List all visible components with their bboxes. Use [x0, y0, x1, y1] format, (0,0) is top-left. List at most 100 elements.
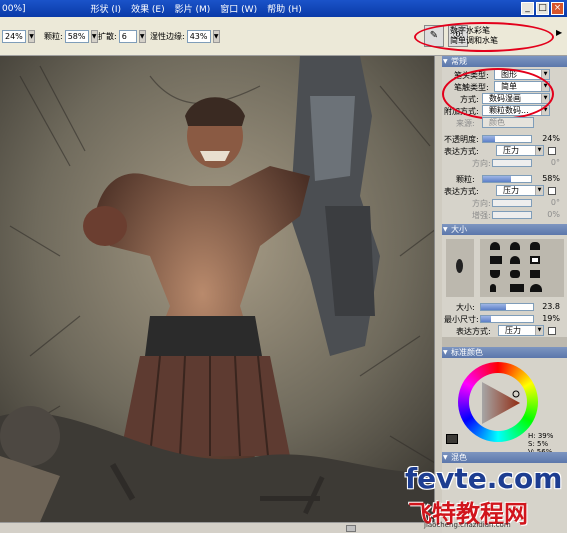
expression2-value: 压力	[503, 186, 519, 195]
expand-spin-input[interactable]: 6	[118, 30, 137, 43]
expression1-label: 表达方式:	[444, 147, 479, 156]
chevron-down-icon[interactable]: ▼	[28, 30, 35, 43]
expression1-invert-checkbox[interactable]	[548, 147, 556, 155]
size-row: 大小: 23.8	[442, 301, 567, 313]
dab-shape-2[interactable]	[510, 242, 520, 250]
boost-slider	[492, 211, 532, 219]
direction2-value: 0°	[550, 198, 560, 207]
min-size-label: 最小尺寸:	[444, 315, 479, 324]
chevron-down-icon: ▼	[535, 186, 543, 195]
menu-shape[interactable]: 形状 (I)	[86, 2, 127, 15]
close-button[interactable]: ×	[551, 2, 564, 15]
minimize-button[interactable]: _	[521, 2, 534, 15]
dab-shape-10[interactable]	[490, 284, 496, 292]
dab-shape-4[interactable]	[490, 256, 502, 264]
grain-control: 颗粒: 58% ▼	[44, 30, 98, 43]
grain-slider[interactable]	[482, 175, 532, 183]
menu-help[interactable]: 帮助 (H)	[262, 2, 307, 15]
dab-shape-1[interactable]	[490, 242, 500, 250]
chevron-down-icon: ▼	[535, 146, 543, 155]
menu-bar: 00%] 形状 (I) 效果 (E) 影片 (M) 窗口 (W) 帮助 (H) …	[0, 0, 567, 17]
color-cursor[interactable]	[512, 390, 520, 398]
dab-shape-12[interactable]	[530, 284, 542, 292]
source-row: 来源: 颜色	[442, 117, 567, 129]
grain-slider-fill	[483, 176, 511, 182]
main-color-swatch[interactable]	[446, 434, 458, 444]
direction2-label: 方向:	[472, 199, 491, 208]
menu-movie[interactable]: 影片 (M)	[170, 2, 216, 15]
direction2-slider	[492, 199, 532, 207]
size-spin-input[interactable]: 24%	[2, 30, 26, 43]
min-size-slider[interactable]	[480, 315, 534, 323]
brush-size-preview	[446, 239, 474, 297]
scroll-thumb[interactable]	[346, 525, 356, 532]
dab-shape-grid	[480, 239, 564, 297]
color-picker: H: 39% S: 5% V: 56%	[442, 358, 567, 456]
dab-shape-8[interactable]	[510, 270, 520, 278]
direction1-row: 方向: 0°	[442, 157, 567, 169]
expression1-value: 压力	[503, 146, 519, 155]
canvas-vertical-scrollbar[interactable]	[434, 56, 442, 522]
direction1-label: 方向:	[472, 159, 491, 168]
size-expression-label: 表达方式:	[456, 327, 491, 336]
direction1-value: 0°	[550, 158, 560, 167]
color-panel-header[interactable]: 标准颜色	[442, 347, 567, 358]
chevron-down-icon[interactable]: ▼	[212, 30, 220, 43]
chevron-down-icon[interactable]: ▼	[90, 30, 98, 43]
source-label: 来源:	[456, 119, 475, 128]
maximize-button[interactable]: □	[536, 2, 549, 15]
triangle-right-icon[interactable]: ▶	[556, 28, 562, 37]
boost-row: 增强: 0%	[442, 209, 567, 221]
chevron-down-icon: ▼	[535, 326, 543, 335]
size-control: 24% ▼	[2, 30, 35, 43]
boost-label: 增强:	[472, 211, 491, 220]
size-expression-select[interactable]: 压力 ▼	[498, 325, 544, 336]
opacity-value[interactable]: 24%	[534, 134, 560, 143]
opacity-slider[interactable]	[482, 135, 532, 143]
grain-panel-value[interactable]: 58%	[534, 174, 560, 183]
source-select: 颜色	[482, 117, 534, 128]
s-value: S: 5%	[528, 440, 549, 448]
opacity-label: 不透明度:	[444, 135, 479, 144]
expression1-row: 表达方式: 压力 ▼	[442, 145, 567, 157]
brush-dab-preview	[456, 259, 463, 273]
expression2-row: 表达方式: 压力 ▼	[442, 185, 567, 197]
min-size-value[interactable]: 19%	[534, 314, 560, 323]
dab-shape-6[interactable]	[530, 256, 540, 264]
general-panel-header[interactable]: 常规	[442, 56, 567, 67]
painting-canvas[interactable]	[0, 56, 442, 522]
size-expression-row: 表达方式: 压力 ▼	[442, 325, 567, 337]
size-panel-header[interactable]: 大小	[442, 224, 567, 235]
panel-gap	[442, 337, 567, 347]
menu-effects[interactable]: 效果 (E)	[126, 2, 170, 15]
dab-shape-7[interactable]	[490, 270, 500, 278]
size-expression-invert-checkbox[interactable]	[548, 327, 556, 335]
dab-shape-5[interactable]	[510, 256, 520, 264]
dab-shape-11[interactable]	[510, 284, 524, 292]
size-label: 大小:	[456, 303, 475, 312]
grain-row: 颗粒: 58%	[442, 173, 567, 185]
chevron-down-icon[interactable]: ▼	[138, 30, 146, 43]
watermark-url: jiaocheng.chazidian.com	[424, 521, 511, 529]
dab-shape-9[interactable]	[530, 270, 540, 278]
grain-panel-label: 颗粒:	[456, 175, 475, 184]
size-slider[interactable]	[480, 303, 534, 311]
grain-spin-input[interactable]: 58%	[64, 30, 89, 43]
expression2-select[interactable]: 压力 ▼	[496, 185, 544, 196]
direction1-slider	[492, 159, 532, 167]
min-size-row: 最小尺寸: 19%	[442, 313, 567, 325]
expression1-select[interactable]: 压力 ▼	[496, 145, 544, 156]
size-value[interactable]: 23.8	[534, 302, 560, 311]
size-expression-value: 压力	[505, 326, 521, 335]
expression2-invert-checkbox[interactable]	[548, 187, 556, 195]
dab-shape-3[interactable]	[530, 242, 540, 250]
expand-label: 扩散:	[98, 32, 117, 41]
menu-window[interactable]: 窗口 (W)	[215, 2, 262, 15]
opacity-slider-fill	[483, 136, 495, 142]
canvas-horizontal-scrollbar[interactable]	[0, 522, 442, 533]
wet-edge-label: 湿性边缘:	[150, 32, 185, 41]
wet-edge-control: 湿性边缘: 43% ▼	[150, 30, 220, 43]
painting-artwork	[0, 56, 442, 522]
wet-edge-spin-input[interactable]: 43%	[186, 30, 211, 43]
expression2-label: 表达方式:	[444, 187, 479, 196]
